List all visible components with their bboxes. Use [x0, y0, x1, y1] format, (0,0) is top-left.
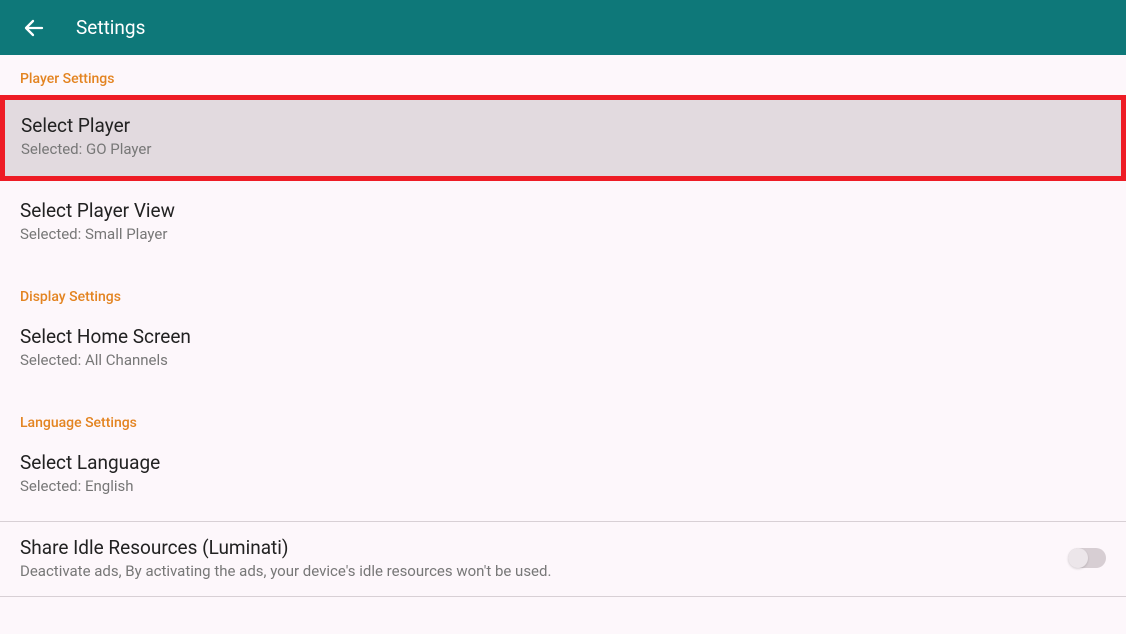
share-idle-toggle[interactable] [1068, 548, 1106, 568]
setting-subtitle: Selected: Small Player [20, 225, 175, 243]
page-title: Settings [76, 16, 145, 39]
setting-title: Select Player [21, 114, 151, 137]
section-display-settings: Display Settings [0, 279, 1126, 313]
toggle-knob-icon [1068, 548, 1088, 568]
setting-share-idle-resources[interactable]: Share Idle Resources (Luminati) Deactiva… [0, 521, 1126, 596]
setting-select-player-view[interactable]: Select Player View Selected: Small Playe… [0, 181, 1126, 257]
setting-title: Select Home Screen [20, 325, 191, 348]
app-bar: Settings [0, 0, 1126, 55]
setting-subtitle: Deactivate ads, By activating the ads, y… [20, 562, 551, 580]
setting-title: Select Player View [20, 199, 175, 222]
setting-select-player[interactable]: Select Player Selected: GO Player [0, 95, 1126, 181]
setting-title: Share Idle Resources (Luminati) [20, 536, 551, 559]
setting-select-language[interactable]: Select Language Selected: English [0, 439, 1126, 509]
setting-subtitle: Selected: All Channels [20, 351, 191, 369]
setting-select-home-screen[interactable]: Select Home Screen Selected: All Channel… [0, 313, 1126, 383]
setting-subtitle: Selected: English [20, 477, 160, 495]
back-arrow-icon[interactable] [20, 14, 48, 42]
setting-subtitle: Selected: GO Player [21, 140, 151, 158]
section-player-settings: Player Settings [0, 55, 1126, 95]
settings-list: Player Settings Select Player Selected: … [0, 55, 1126, 597]
setting-title: Select Language [20, 451, 160, 474]
section-language-settings: Language Settings [0, 405, 1126, 439]
